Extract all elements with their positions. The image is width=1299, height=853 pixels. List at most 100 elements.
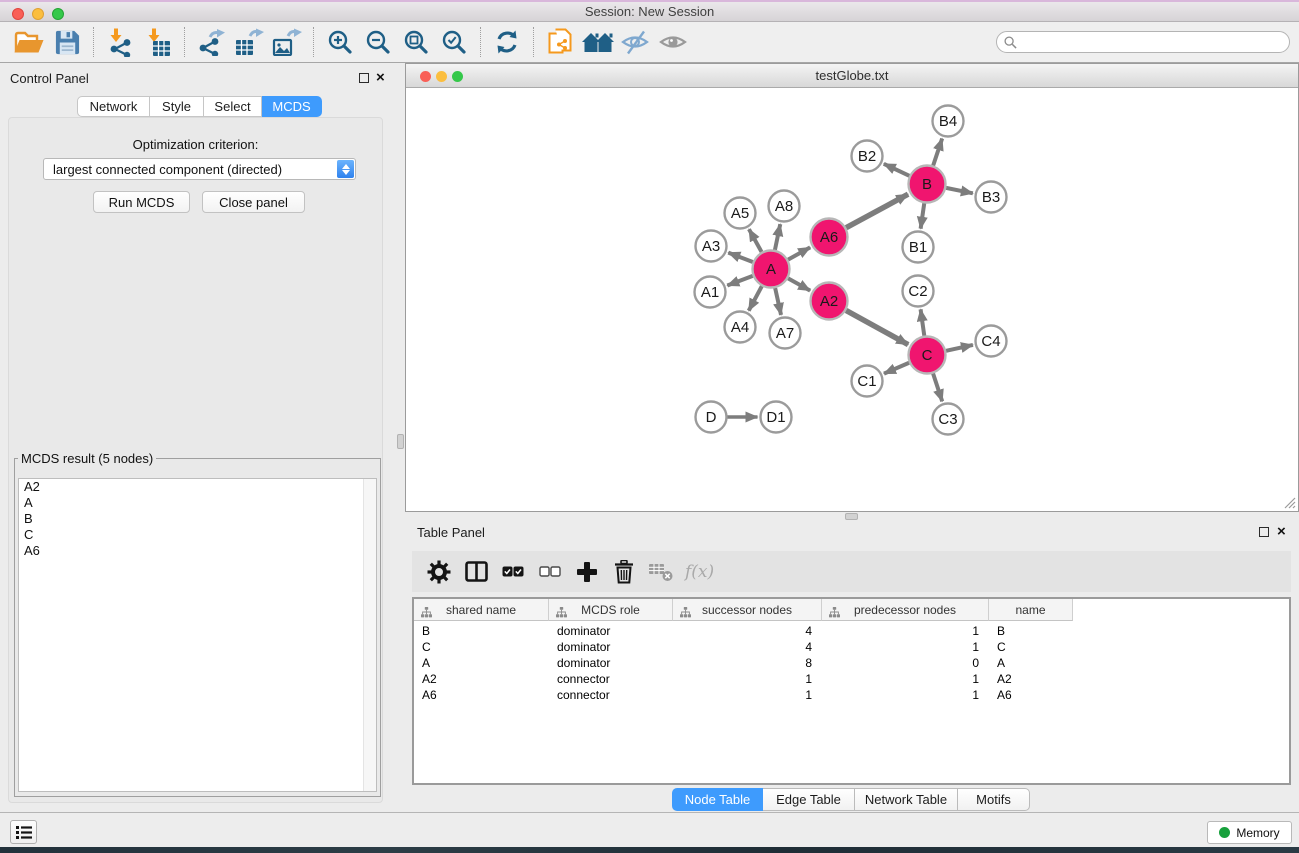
edge-C-C1[interactable]: [884, 363, 909, 374]
criterion-select[interactable]: largest connected component (directed): [43, 158, 356, 180]
node-A3[interactable]: A3: [696, 231, 727, 262]
table-panel-close-button[interactable]: ×: [1277, 526, 1286, 538]
show-panels-button[interactable]: [655, 25, 693, 59]
cell-mcds-role[interactable]: connector: [549, 672, 673, 686]
cell-shared-name[interactable]: B: [414, 624, 549, 638]
cell-successor-nodes[interactable]: 4: [673, 624, 822, 638]
node-A5[interactable]: A5: [725, 198, 756, 229]
cell-name[interactable]: C: [989, 640, 1073, 654]
node-A1[interactable]: A1: [695, 277, 726, 308]
table-panel-float-button[interactable]: [1259, 527, 1269, 537]
delete-table-button[interactable]: [648, 557, 674, 587]
cell-successor-nodes[interactable]: 1: [673, 688, 822, 702]
tab-node-table[interactable]: Node Table: [672, 788, 763, 811]
close-panel-button[interactable]: Close panel: [202, 191, 305, 213]
edge-A-A2[interactable]: [788, 278, 810, 290]
zoom-in-button[interactable]: [321, 25, 359, 59]
show-columns-button[interactable]: [463, 557, 489, 587]
cell-predecessor-nodes[interactable]: 0: [822, 656, 989, 670]
mcds-result-item[interactable]: B: [19, 511, 376, 527]
cell-predecessor-nodes[interactable]: 1: [822, 624, 989, 638]
unselect-all-columns-button[interactable]: [537, 557, 563, 587]
node-C3[interactable]: C3: [933, 404, 964, 435]
mcds-result-item[interactable]: A: [19, 495, 376, 511]
edge-B-B2[interactable]: [884, 164, 910, 176]
node-D[interactable]: D: [696, 402, 727, 433]
cell-name[interactable]: A: [989, 656, 1073, 670]
memory-button[interactable]: Memory: [1207, 821, 1292, 844]
table-row[interactable]: Cdominator41C: [414, 639, 1289, 655]
horizontal-splitter-handle[interactable]: [845, 513, 858, 520]
control-panel-float-button[interactable]: [359, 73, 369, 83]
cell-shared-name[interactable]: A2: [414, 672, 549, 686]
node-A6[interactable]: A6: [811, 219, 848, 256]
node-C1[interactable]: C1: [852, 366, 883, 397]
window-resize-grip[interactable]: [1282, 495, 1296, 509]
edge-B-B3[interactable]: [946, 188, 973, 193]
column-header-mcds-role[interactable]: MCDS role: [549, 599, 673, 621]
node-A8[interactable]: A8: [769, 191, 800, 222]
column-header-shared-name[interactable]: shared name: [414, 599, 549, 621]
edge-A-A7[interactable]: [775, 288, 781, 315]
tab-select[interactable]: Select: [204, 96, 262, 117]
export-table-button[interactable]: [230, 25, 268, 59]
cell-successor-nodes[interactable]: 1: [673, 672, 822, 686]
edge-C-C4[interactable]: [946, 345, 973, 351]
node-C4[interactable]: C4: [976, 326, 1007, 357]
cell-predecessor-nodes[interactable]: 1: [822, 688, 989, 702]
node-B4[interactable]: B4: [933, 106, 964, 137]
tab-style[interactable]: Style: [150, 96, 204, 117]
home-button[interactable]: [579, 25, 617, 59]
control-panel-close-button[interactable]: ×: [376, 72, 385, 84]
edge-A-A8[interactable]: [775, 224, 780, 250]
open-session-button[interactable]: [10, 25, 48, 59]
hide-panels-button[interactable]: [617, 25, 655, 59]
cell-mcds-role[interactable]: dominator: [549, 656, 673, 670]
function-builder-button[interactable]: f(x): [685, 562, 714, 582]
import-network-button[interactable]: [101, 25, 139, 59]
node-A[interactable]: A: [753, 251, 790, 288]
tab-edge-table[interactable]: Edge Table: [763, 788, 855, 811]
cell-shared-name[interactable]: C: [414, 640, 549, 654]
node-B1[interactable]: B1: [903, 232, 934, 263]
cell-predecessor-nodes[interactable]: 1: [822, 672, 989, 686]
search-input[interactable]: [1021, 33, 1289, 51]
table-settings-button[interactable]: [426, 557, 452, 587]
edge-A-A1[interactable]: [727, 276, 752, 286]
column-header-predecessor-nodes[interactable]: predecessor nodes: [822, 599, 989, 621]
tab-network-table[interactable]: Network Table: [855, 788, 958, 811]
node-B2[interactable]: B2: [852, 141, 883, 172]
edge-B-B4[interactable]: [933, 139, 942, 166]
select-all-columns-button[interactable]: [500, 557, 526, 587]
delete-column-button[interactable]: [611, 557, 637, 587]
column-header-successor-nodes[interactable]: successor nodes: [673, 599, 822, 621]
table-row[interactable]: A2connector11A2: [414, 671, 1289, 687]
edge-A6-B[interactable]: [846, 194, 908, 227]
node-C[interactable]: C: [909, 337, 946, 374]
node-A2[interactable]: A2: [811, 283, 848, 320]
mcds-result-item[interactable]: A2: [19, 479, 376, 495]
cell-shared-name[interactable]: A6: [414, 688, 549, 702]
node-B[interactable]: B: [909, 166, 946, 203]
column-header-name[interactable]: name: [989, 599, 1073, 621]
node-B3[interactable]: B3: [976, 182, 1007, 213]
edge-B-B1[interactable]: [921, 203, 925, 228]
task-history-button[interactable]: [10, 820, 37, 844]
cell-predecessor-nodes[interactable]: 1: [822, 640, 989, 654]
cell-mcds-role[interactable]: dominator: [549, 624, 673, 638]
mcds-result-item[interactable]: A6: [19, 543, 376, 559]
edge-A-A5[interactable]: [749, 229, 762, 252]
cell-mcds-role[interactable]: dominator: [549, 640, 673, 654]
cell-shared-name[interactable]: A: [414, 656, 549, 670]
refresh-layout-button[interactable]: [488, 25, 526, 59]
save-session-button[interactable]: [48, 25, 86, 59]
edge-A-A4[interactable]: [749, 286, 762, 310]
node-D1[interactable]: D1: [761, 402, 792, 433]
import-table-button[interactable]: [139, 25, 177, 59]
tab-mcds[interactable]: MCDS: [262, 96, 322, 117]
node-C2[interactable]: C2: [903, 276, 934, 307]
edge-C-C3[interactable]: [933, 374, 942, 402]
edge-A-A6[interactable]: [788, 247, 810, 259]
run-mcds-button[interactable]: Run MCDS: [93, 191, 190, 213]
zoom-out-button[interactable]: [359, 25, 397, 59]
